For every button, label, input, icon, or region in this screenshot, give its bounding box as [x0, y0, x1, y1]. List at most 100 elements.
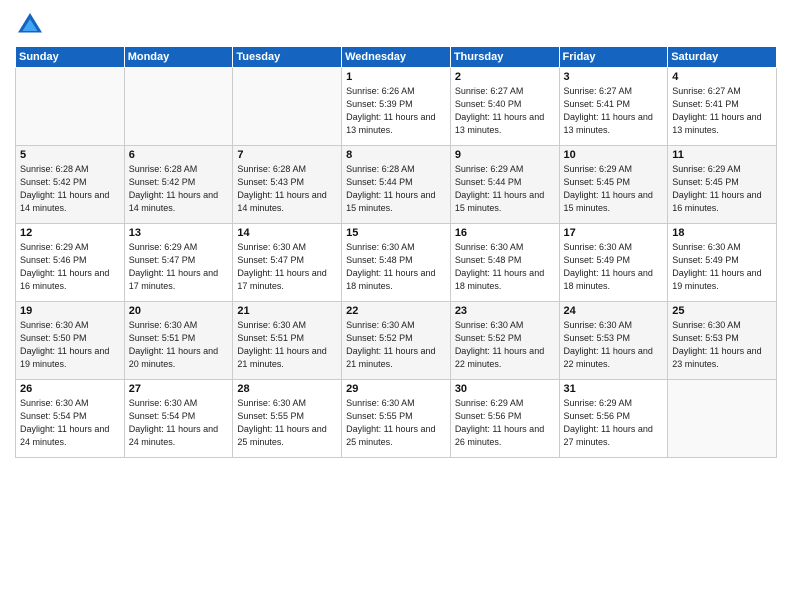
day-cell: 29 Sunrise: 6:30 AMSunset: 5:55 PMDayligh… [342, 380, 451, 458]
day-cell: 1 Sunrise: 6:26 AMSunset: 5:39 PMDaylight… [342, 68, 451, 146]
day-cell: 14 Sunrise: 6:30 AMSunset: 5:47 PMDayligh… [233, 224, 342, 302]
day-cell [233, 68, 342, 146]
day-info: Sunrise: 6:28 AMSunset: 5:42 PMDaylight:… [20, 163, 120, 215]
day-info: Sunrise: 6:29 AMSunset: 5:56 PMDaylight:… [455, 397, 555, 449]
day-cell: 31 Sunrise: 6:29 AMSunset: 5:56 PMDayligh… [559, 380, 668, 458]
header [15, 10, 777, 40]
day-info: Sunrise: 6:27 AMSunset: 5:41 PMDaylight:… [672, 85, 772, 137]
day-cell: 8 Sunrise: 6:28 AMSunset: 5:44 PMDaylight… [342, 146, 451, 224]
day-number: 19 [20, 305, 120, 317]
day-number: 8 [346, 149, 446, 161]
weekday-header-monday: Monday [124, 47, 233, 68]
day-number: 5 [20, 149, 120, 161]
day-cell: 9 Sunrise: 6:29 AMSunset: 5:44 PMDaylight… [450, 146, 559, 224]
day-number: 22 [346, 305, 446, 317]
day-info: Sunrise: 6:28 AMSunset: 5:44 PMDaylight:… [346, 163, 446, 215]
day-info: Sunrise: 6:28 AMSunset: 5:42 PMDaylight:… [129, 163, 229, 215]
day-number: 27 [129, 383, 229, 395]
day-cell: 22 Sunrise: 6:30 AMSunset: 5:52 PMDayligh… [342, 302, 451, 380]
day-number: 12 [20, 227, 120, 239]
day-number: 11 [672, 149, 772, 161]
day-info: Sunrise: 6:30 AMSunset: 5:51 PMDaylight:… [237, 319, 337, 371]
day-cell: 3Sunrise: 6:27 AMSunset: 5:41 PMDaylight… [559, 68, 668, 146]
day-number: 9 [455, 149, 555, 161]
day-number: 31 [564, 383, 664, 395]
day-info: Sunrise: 6:30 AMSunset: 5:55 PMDaylight:… [237, 397, 337, 449]
day-number: 13 [129, 227, 229, 239]
day-cell: 16 Sunrise: 6:30 AMSunset: 5:48 PMDayligh… [450, 224, 559, 302]
day-number: 30 [455, 383, 555, 395]
day-number: 14 [237, 227, 337, 239]
day-info: Sunrise: 6:30 AMSunset: 5:51 PMDaylight:… [129, 319, 229, 371]
day-info: Sunrise: 6:29 AMSunset: 5:44 PMDaylight:… [455, 163, 555, 215]
day-info: Sunrise: 6:30 AMSunset: 5:48 PMDaylight:… [346, 241, 446, 293]
day-info: Sunrise: 6:30 AMSunset: 5:52 PMDaylight:… [455, 319, 555, 371]
day-number: 29 [346, 383, 446, 395]
day-cell: 26Sunrise: 6:30 AMSunset: 5:54 PMDayligh… [16, 380, 125, 458]
day-number: 10 [564, 149, 664, 161]
week-row-1: 1 Sunrise: 6:26 AMSunset: 5:39 PMDaylight… [16, 68, 777, 146]
day-number: 24 [564, 305, 664, 317]
weekday-header-saturday: Saturday [668, 47, 777, 68]
week-row-4: 19 Sunrise: 6:30 AMSunset: 5:50 PMDayligh… [16, 302, 777, 380]
day-cell: 5 Sunrise: 6:28 AMSunset: 5:42 PMDaylight… [16, 146, 125, 224]
day-cell: 12 Sunrise: 6:29 AMSunset: 5:46 PMDayligh… [16, 224, 125, 302]
day-cell: 28 Sunrise: 6:30 AMSunset: 5:55 PMDayligh… [233, 380, 342, 458]
weekday-header-tuesday: Tuesday [233, 47, 342, 68]
day-cell: 19 Sunrise: 6:30 AMSunset: 5:50 PMDayligh… [16, 302, 125, 380]
day-cell: 2Sunrise: 6:27 AMSunset: 5:40 PMDaylight… [450, 68, 559, 146]
day-number: 20 [129, 305, 229, 317]
week-row-2: 5 Sunrise: 6:28 AMSunset: 5:42 PMDaylight… [16, 146, 777, 224]
day-cell: 21 Sunrise: 6:30 AMSunset: 5:51 PMDayligh… [233, 302, 342, 380]
day-cell: 15Sunrise: 6:30 AMSunset: 5:48 PMDayligh… [342, 224, 451, 302]
weekday-header-sunday: Sunday [16, 47, 125, 68]
day-info: Sunrise: 6:29 AMSunset: 5:45 PMDaylight:… [672, 163, 772, 215]
weekday-header-wednesday: Wednesday [342, 47, 451, 68]
day-number: 1 [346, 71, 446, 83]
day-info: Sunrise: 6:30 AMSunset: 5:52 PMDaylight:… [346, 319, 446, 371]
day-info: Sunrise: 6:30 AMSunset: 5:50 PMDaylight:… [20, 319, 120, 371]
day-number: 4 [672, 71, 772, 83]
logo-icon [15, 10, 45, 40]
logo [15, 10, 49, 40]
day-info: Sunrise: 6:30 AMSunset: 5:49 PMDaylight:… [564, 241, 664, 293]
day-number: 18 [672, 227, 772, 239]
calendar-table: SundayMondayTuesdayWednesdayThursdayFrid… [15, 46, 777, 458]
day-number: 16 [455, 227, 555, 239]
day-info: Sunrise: 6:26 AMSunset: 5:39 PMDaylight:… [346, 85, 446, 137]
day-cell: 17 Sunrise: 6:30 AMSunset: 5:49 PMDayligh… [559, 224, 668, 302]
day-cell: 4 Sunrise: 6:27 AMSunset: 5:41 PMDaylight… [668, 68, 777, 146]
day-cell: 25 Sunrise: 6:30 AMSunset: 5:53 PMDayligh… [668, 302, 777, 380]
day-number: 17 [564, 227, 664, 239]
day-cell: 11 Sunrise: 6:29 AMSunset: 5:45 PMDayligh… [668, 146, 777, 224]
day-cell [16, 68, 125, 146]
weekday-header-row: SundayMondayTuesdayWednesdayThursdayFrid… [16, 47, 777, 68]
day-number: 6 [129, 149, 229, 161]
day-number: 23 [455, 305, 555, 317]
day-number: 28 [237, 383, 337, 395]
day-number: 25 [672, 305, 772, 317]
day-cell: 23 Sunrise: 6:30 AMSunset: 5:52 PMDayligh… [450, 302, 559, 380]
day-number: 2 [455, 71, 555, 83]
day-cell [124, 68, 233, 146]
day-cell: 18Sunrise: 6:30 AMSunset: 5:49 PMDayligh… [668, 224, 777, 302]
day-info: Sunrise: 6:30 AMSunset: 5:54 PMDaylight:… [20, 397, 120, 449]
day-info: Sunrise: 6:30 AMSunset: 5:55 PMDaylight:… [346, 397, 446, 449]
day-number: 21 [237, 305, 337, 317]
day-number: 3 [564, 71, 664, 83]
day-cell: 13Sunrise: 6:29 AMSunset: 5:47 PMDayligh… [124, 224, 233, 302]
day-info: Sunrise: 6:28 AMSunset: 5:43 PMDaylight:… [237, 163, 337, 215]
day-info: Sunrise: 6:30 AMSunset: 5:53 PMDaylight:… [672, 319, 772, 371]
page: SundayMondayTuesdayWednesdayThursdayFrid… [0, 0, 792, 612]
day-cell: 6 Sunrise: 6:28 AMSunset: 5:42 PMDaylight… [124, 146, 233, 224]
day-cell: 10Sunrise: 6:29 AMSunset: 5:45 PMDayligh… [559, 146, 668, 224]
day-info: Sunrise: 6:29 AMSunset: 5:46 PMDaylight:… [20, 241, 120, 293]
day-cell: 27Sunrise: 6:30 AMSunset: 5:54 PMDayligh… [124, 380, 233, 458]
week-row-3: 12 Sunrise: 6:29 AMSunset: 5:46 PMDayligh… [16, 224, 777, 302]
day-cell: 7Sunrise: 6:28 AMSunset: 5:43 PMDaylight… [233, 146, 342, 224]
day-info: Sunrise: 6:30 AMSunset: 5:47 PMDaylight:… [237, 241, 337, 293]
day-info: Sunrise: 6:29 AMSunset: 5:56 PMDaylight:… [564, 397, 664, 449]
day-info: Sunrise: 6:30 AMSunset: 5:53 PMDaylight:… [564, 319, 664, 371]
day-info: Sunrise: 6:30 AMSunset: 5:48 PMDaylight:… [455, 241, 555, 293]
weekday-header-friday: Friday [559, 47, 668, 68]
